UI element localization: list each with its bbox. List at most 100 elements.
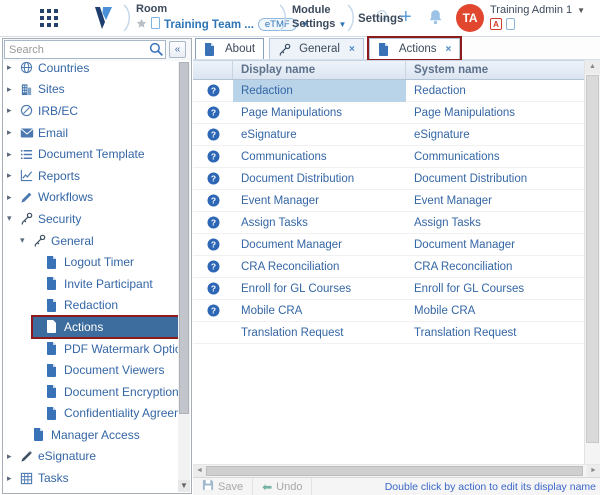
sidebar-scrollbar[interactable]: ▼ bbox=[178, 62, 190, 492]
sidebar-item-invite-participant[interactable]: Invite Participant bbox=[3, 273, 178, 295]
chevron-down-icon[interactable]: ▾ bbox=[7, 213, 20, 224]
sidebar-item-label: PDF Watermark Options bbox=[62, 342, 178, 356]
chevron-right-icon[interactable]: ▸ bbox=[7, 62, 20, 73]
undo-button[interactable]: ⬅ Undo bbox=[253, 478, 312, 495]
search-icon[interactable] bbox=[149, 42, 165, 58]
scrollbar-left-arrow[interactable]: ◄ bbox=[193, 465, 206, 477]
info-icon[interactable]: ? bbox=[193, 150, 233, 163]
display-name-cell[interactable]: Document Manager bbox=[233, 234, 406, 256]
info-icon[interactable]: ? bbox=[193, 84, 233, 97]
sidebar-item-sites[interactable]: ▸Sites bbox=[3, 79, 178, 101]
table-row[interactable]: ?Event ManagerEvent Manager bbox=[193, 190, 584, 212]
info-icon[interactable]: ? bbox=[193, 260, 233, 273]
sidebar-item-document-template[interactable]: ▸Document Template bbox=[3, 143, 178, 165]
info-icon[interactable]: ? bbox=[193, 282, 233, 295]
sidebar-item-label: Tasks bbox=[36, 471, 69, 485]
table-row[interactable]: ?CommunicationsCommunications bbox=[193, 146, 584, 168]
table-row[interactable]: ?Page ManipulationsPage Manipulations bbox=[193, 102, 584, 124]
chevron-right-icon[interactable]: ▸ bbox=[7, 127, 20, 138]
table-row[interactable]: ?Assign TasksAssign Tasks bbox=[193, 212, 584, 234]
sidebar-item-email[interactable]: ▸Email bbox=[3, 122, 178, 144]
close-icon[interactable]: × bbox=[446, 44, 452, 55]
chevron-right-icon[interactable]: ▸ bbox=[7, 451, 20, 462]
chevron-right-icon[interactable]: ▸ bbox=[7, 170, 20, 181]
display-name-cell[interactable]: CRA Reconciliation bbox=[233, 256, 406, 278]
info-icon[interactable]: ? bbox=[193, 172, 233, 185]
scrollbar-right-arrow[interactable]: ► bbox=[587, 465, 600, 477]
display-name-cell[interactable]: Enroll for GL Courses bbox=[233, 278, 406, 300]
favorite-star-icon[interactable] bbox=[136, 18, 147, 32]
chevron-right-icon[interactable]: ▸ bbox=[7, 149, 20, 160]
scrollbar-thumb[interactable] bbox=[586, 75, 599, 443]
user-menu[interactable]: Training Admin 1▼ A bbox=[490, 4, 585, 30]
sidebar-item-document-encryption-options[interactable]: Document Encryption Options bbox=[3, 381, 178, 403]
info-icon[interactable]: ? bbox=[193, 106, 233, 119]
table-row[interactable]: ?CRA ReconciliationCRA Reconciliation bbox=[193, 256, 584, 278]
display-name-cell[interactable]: Translation Request bbox=[233, 322, 406, 344]
avatar[interactable]: TA bbox=[456, 4, 484, 32]
display-name-cell[interactable]: Mobile CRA bbox=[233, 300, 406, 322]
display-name-column-header[interactable]: Display name bbox=[233, 61, 406, 79]
display-name-cell[interactable]: eSignature bbox=[233, 124, 406, 146]
display-name-cell[interactable]: Document Distribution bbox=[233, 168, 406, 190]
system-name-cell: Event Manager bbox=[406, 195, 584, 207]
display-name-cell[interactable]: Page Manipulations bbox=[233, 102, 406, 124]
tab-about[interactable]: About bbox=[195, 38, 264, 59]
sidebar-item-workflows[interactable]: ▸Workflows bbox=[3, 187, 178, 209]
chevron-down-icon[interactable]: ▾ bbox=[20, 235, 33, 246]
sidebar-item-countries[interactable]: ▸Countries bbox=[3, 57, 178, 79]
display-name-cell[interactable]: Event Manager bbox=[233, 190, 406, 212]
sidebar-item-security[interactable]: ▾Security bbox=[3, 208, 178, 230]
display-name-cell[interactable]: Communications bbox=[233, 146, 406, 168]
vertical-scrollbar[interactable]: ▲ bbox=[584, 60, 600, 464]
close-icon[interactable]: × bbox=[349, 44, 355, 55]
table-row[interactable]: Translation RequestTranslation Request bbox=[193, 322, 584, 344]
chevron-right-icon[interactable]: ▸ bbox=[7, 84, 20, 95]
chevron-right-icon[interactable]: ▸ bbox=[7, 105, 20, 116]
info-icon[interactable]: ? bbox=[193, 194, 233, 207]
sidebar-item-general[interactable]: ▾General bbox=[3, 230, 178, 252]
table-row[interactable]: ?Mobile CRAMobile CRA bbox=[193, 300, 584, 322]
system-name-column-header[interactable]: System name bbox=[406, 64, 584, 76]
scrollbar-up-arrow[interactable]: ▲ bbox=[585, 60, 600, 74]
notifications-bell-icon[interactable] bbox=[428, 9, 443, 28]
scrollbar-down-arrow[interactable]: ▼ bbox=[178, 480, 190, 492]
save-button[interactable]: Save bbox=[193, 478, 253, 495]
info-icon[interactable]: ? bbox=[193, 304, 233, 317]
app-logo-icon[interactable] bbox=[90, 4, 116, 35]
sidebar-item-reports[interactable]: ▸Reports bbox=[3, 165, 178, 187]
sidebar-item-document-viewers[interactable]: Document Viewers bbox=[3, 359, 178, 381]
sidebar-item-actions[interactable]: Actions bbox=[3, 316, 178, 338]
table-row[interactable]: ?Enroll for GL CoursesEnroll for GL Cour… bbox=[193, 278, 584, 300]
table-row[interactable]: ?RedactionRedaction bbox=[193, 80, 584, 102]
table-row[interactable]: ?Document ManagerDocument Manager bbox=[193, 234, 584, 256]
table-row[interactable]: ?eSignatureeSignature bbox=[193, 124, 584, 146]
info-icon[interactable]: ? bbox=[193, 216, 233, 229]
info-icon[interactable]: ? bbox=[193, 238, 233, 251]
scrollbar-thumb[interactable] bbox=[179, 62, 189, 414]
scrollbar-thumb[interactable] bbox=[206, 466, 583, 476]
sidebar-collapse-button[interactable]: « bbox=[169, 41, 186, 58]
display-name-cell[interactable]: Assign Tasks bbox=[233, 212, 406, 234]
horizontal-scrollbar[interactable]: ◄ ► bbox=[193, 464, 600, 477]
chevron-right-icon[interactable]: ▸ bbox=[7, 192, 20, 203]
sidebar-item-pdf-watermark-options[interactable]: PDF Watermark Options bbox=[3, 338, 178, 360]
sidebar-item-redaction[interactable]: Redaction bbox=[3, 295, 178, 317]
display-name-cell[interactable]: Redaction bbox=[233, 80, 406, 102]
sidebar-item-esignature[interactable]: ▸eSignature bbox=[3, 446, 178, 468]
chevron-right-icon[interactable]: ▸ bbox=[7, 473, 20, 484]
file-icon bbox=[378, 43, 394, 56]
add-icon[interactable]: + bbox=[400, 5, 412, 29]
tab-actions[interactable]: Actions× bbox=[369, 38, 461, 59]
sidebar-item-irb-ec[interactable]: ▸IRB/EC bbox=[3, 100, 178, 122]
module-settings-menu[interactable]: Module Settings ▼ bbox=[292, 3, 346, 32]
table-row[interactable]: ?Document DistributionDocument Distribut… bbox=[193, 168, 584, 190]
info-icon[interactable]: ? bbox=[193, 128, 233, 141]
room-name[interactable]: Training Team ... bbox=[164, 19, 254, 31]
sidebar-item-confidentiality-agreement[interactable]: Confidentiality Agreement bbox=[3, 403, 178, 425]
app-grid-icon[interactable] bbox=[40, 9, 58, 30]
sidebar-item-tasks[interactable]: ▸ Tasks bbox=[3, 467, 178, 489]
sidebar-item-logout-timer[interactable]: Logout Timer bbox=[3, 251, 178, 273]
sidebar-item-manager-access[interactable]: Manager Access bbox=[3, 424, 178, 446]
tab-general[interactable]: General× bbox=[269, 38, 364, 59]
